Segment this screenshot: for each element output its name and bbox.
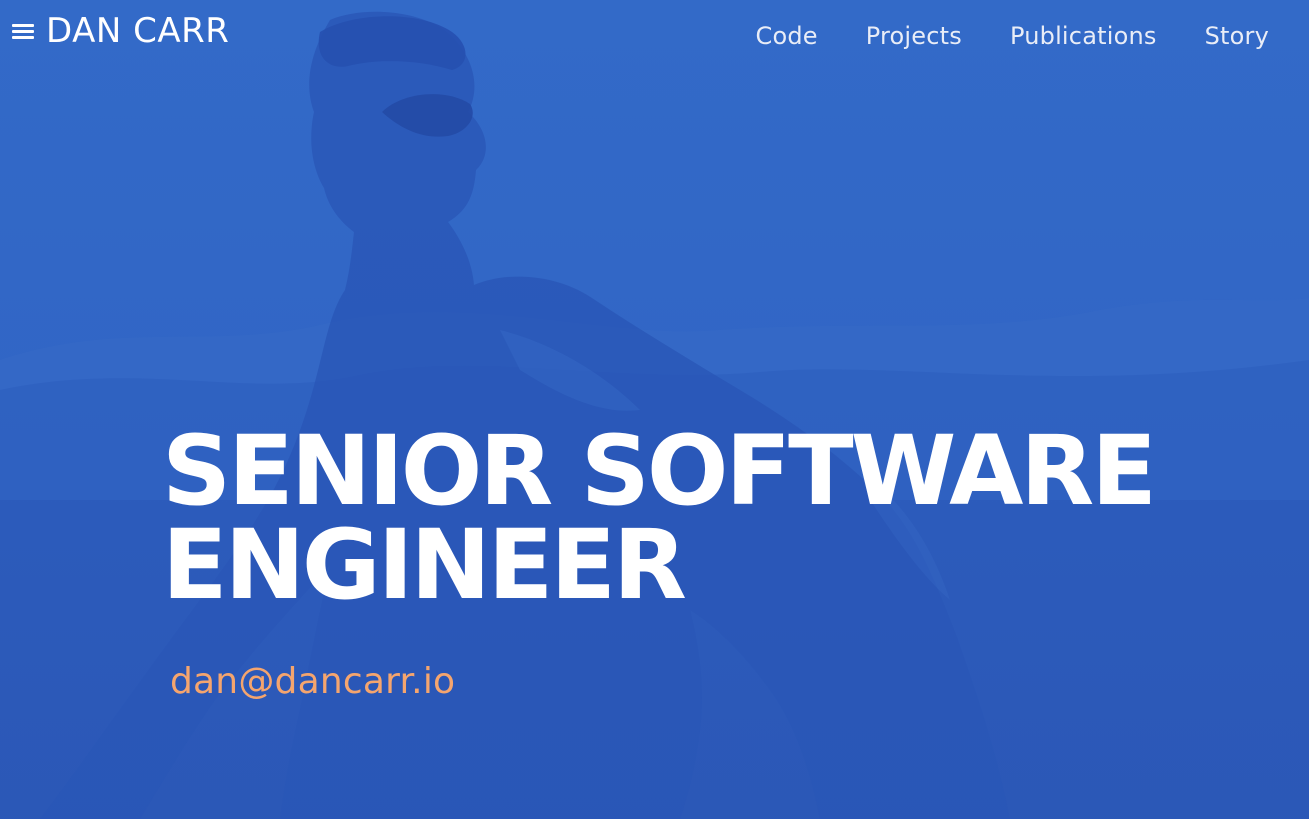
hero-title-line-2: ENGINEER xyxy=(162,509,687,622)
primary-nav: Code Projects Publications Story xyxy=(756,24,1270,48)
top-navigation: DAN CARR Code Projects Publications Stor… xyxy=(0,0,1309,76)
contact-email-link[interactable]: dan@dancarr.io xyxy=(170,664,455,700)
homepage: DAN CARR Code Projects Publications Stor… xyxy=(0,0,1309,819)
brand-name: DAN CARR xyxy=(46,11,230,51)
hero-section: SENIOR SOFTWARE ENGINEER dan@dancarr.io xyxy=(162,415,1262,700)
nav-link-publications[interactable]: Publications xyxy=(1010,24,1157,48)
hamburger-menu-icon[interactable] xyxy=(12,22,34,40)
nav-link-code[interactable]: Code xyxy=(756,24,818,48)
nav-link-projects[interactable]: Projects xyxy=(866,24,962,48)
brand-link[interactable]: DAN CARR xyxy=(12,14,229,48)
nav-link-story[interactable]: Story xyxy=(1205,24,1269,48)
hero-title: SENIOR SOFTWARE ENGINEER xyxy=(162,415,1262,622)
hero-title-line-1: SENIOR SOFTWARE xyxy=(162,415,1157,527)
